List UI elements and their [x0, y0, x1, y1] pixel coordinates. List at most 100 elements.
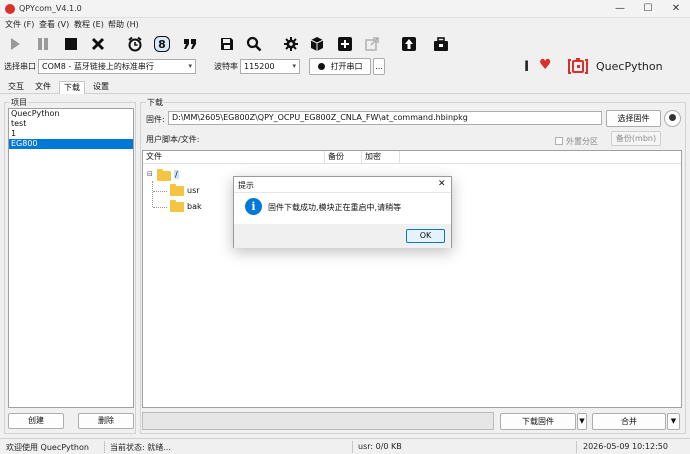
quote-icon[interactable]	[180, 34, 200, 54]
upload-icon[interactable]	[399, 34, 419, 54]
svg-text:8: 8	[158, 38, 166, 51]
status-bar: 欢迎使用 QuecPython 当前状态: 就绪... usr: 0/0 KB …	[0, 438, 690, 454]
tree-line	[153, 207, 167, 208]
save-icon[interactable]	[217, 34, 237, 54]
maximize-button[interactable]: ☐	[634, 0, 662, 18]
tab-download[interactable]: 下载	[59, 81, 85, 94]
user-scripts-label: 用户脚本/文件:	[146, 135, 200, 144]
settings-gear-icon[interactable]	[281, 34, 301, 54]
search-icon[interactable]	[244, 34, 264, 54]
dialog-title-bar: 提示 ✕	[234, 177, 451, 193]
column-spacer	[400, 151, 681, 164]
chevron-down-icon: ▼	[579, 417, 585, 425]
menu-view[interactable]: 查看 (V)	[39, 19, 69, 30]
baud-select-value: 115200	[244, 62, 275, 71]
tree-line	[152, 181, 153, 207]
port-select[interactable]: COM8 - 蓝牙链接上的标准串行 ▾	[38, 59, 196, 74]
baud-label: 波特率	[214, 62, 238, 71]
folder-icon	[170, 200, 184, 212]
status-current-state: 当前状态: 就绪...	[110, 443, 171, 452]
chevron-down-icon: ▼	[670, 417, 677, 425]
menu-bar: 文件 (F) 查看 (V) 教程 (E) 帮助 (H)	[0, 18, 690, 32]
download-firmware-button[interactable]: 下载固件	[500, 413, 576, 430]
status-separator	[352, 441, 353, 453]
list-item[interactable]: QuecPython	[9, 109, 133, 119]
column-encrypt[interactable]: 加密	[362, 151, 400, 164]
firmware-label: 固件:	[146, 115, 165, 124]
port-more-button[interactable]: ...	[373, 58, 385, 75]
title-bar: QPYcom_V4.1.0 — ☐ ✕	[0, 0, 690, 18]
tab-interact[interactable]: 交互	[4, 81, 28, 94]
firmware-path-field[interactable]: D:\MM\2605\EG800Z\QPY_OCPU_EG800Z_CNLA_F…	[168, 111, 602, 125]
merge-button[interactable]: 合并	[592, 413, 666, 430]
alarm-icon[interactable]	[125, 34, 145, 54]
bulb-icon[interactable]	[664, 110, 681, 127]
chevron-down-icon: ▾	[188, 62, 192, 70]
minimize-button[interactable]: —	[606, 0, 634, 18]
list-item[interactable]: 1	[9, 129, 133, 139]
tree-item-bak[interactable]: bak	[187, 202, 202, 211]
status-welcome: 欢迎使用 QuecPython	[6, 443, 89, 452]
projects-caption: 项目	[10, 97, 28, 108]
dialog-ok-button[interactable]: OK	[406, 229, 445, 243]
delete-project-button[interactable]: 删除	[78, 413, 134, 429]
heart-icon[interactable]: ♥	[539, 57, 552, 73]
status-separator	[576, 441, 577, 453]
clear-icon[interactable]	[88, 34, 108, 54]
menu-file[interactable]: 文件 (F)	[5, 19, 34, 30]
dialog-close-icon[interactable]: ✕	[438, 179, 446, 189]
toolbar: 8	[0, 32, 690, 56]
list-item[interactable]: test	[9, 119, 133, 129]
quecpython-logo-icon	[567, 58, 589, 75]
list-item[interactable]: EG800	[9, 139, 133, 149]
info-icon: i	[245, 198, 262, 215]
toolbox-icon[interactable]	[431, 34, 451, 54]
serial-port-row: 选择串口 COM8 - 蓝牙链接上的标准串行 ▾ 波特率 115200 ▾ 打开…	[0, 56, 690, 78]
status-datetime: 2026-05-09 10:12:50	[583, 442, 668, 451]
open-port-label: 打开串口	[330, 62, 363, 71]
open-port-button[interactable]: 打开串口	[309, 58, 371, 75]
tab-settings[interactable]: 设置	[89, 81, 113, 94]
baud-select[interactable]: 115200 ▾	[240, 59, 300, 74]
play-icon[interactable]	[5, 34, 25, 54]
create-project-button[interactable]: 创建	[8, 413, 64, 429]
status-separator	[104, 441, 105, 453]
dialog-title: 提示	[238, 181, 254, 190]
download-dropdown-button[interactable]: ▼	[577, 413, 587, 430]
close-window-button[interactable]: ✕	[662, 0, 690, 18]
pause-icon[interactable]	[33, 34, 53, 54]
brand-name: QuecPython	[596, 60, 663, 73]
port-status-dot	[317, 63, 325, 70]
external-partition-label: 外置分区	[566, 137, 598, 146]
column-backup[interactable]: 备份	[325, 151, 362, 164]
chevron-down-icon: ▾	[292, 62, 296, 70]
menu-help[interactable]: 帮助 (H)	[108, 19, 139, 30]
app-icon	[5, 4, 15, 14]
column-file[interactable]: 文件	[143, 151, 325, 164]
download-progress-bar	[142, 412, 494, 430]
merge-dropdown-button[interactable]: ▼	[667, 413, 680, 430]
collapse-icon[interactable]: ⊟	[147, 170, 153, 178]
external-partition-checkbox[interactable]	[555, 137, 563, 145]
tree-item-usr[interactable]: usr	[187, 186, 200, 195]
download-caption: 下载	[146, 97, 164, 108]
menu-tutorial[interactable]: 教程 (E)	[74, 19, 104, 30]
tree-line	[153, 191, 167, 192]
digit-8-icon[interactable]: 8	[152, 34, 172, 54]
project-list[interactable]: QuecPython test 1 EG800	[8, 108, 134, 408]
export-icon[interactable]	[362, 34, 382, 54]
status-usr-usage: usr: 0/0 KB	[358, 442, 402, 451]
add-plus-icon[interactable]	[335, 34, 355, 54]
port-select-value: COM8 - 蓝牙链接上的标准串行	[42, 62, 154, 71]
port-label: 选择串口	[4, 62, 36, 71]
tab-files[interactable]: 文件	[31, 81, 55, 94]
select-firmware-button[interactable]: 选择固件	[606, 110, 661, 127]
tree-root-label[interactable]: /	[174, 170, 179, 179]
text-cursor-icon: I	[524, 59, 530, 75]
main-tabs: 交互 文件 下载 设置	[0, 80, 690, 94]
stop-icon[interactable]	[61, 34, 81, 54]
folder-icon	[157, 169, 171, 181]
backup-mbn-button[interactable]: 备份(mbn)	[611, 131, 661, 146]
dialog-message: 固件下载成功,模块正在重启中,请稍等	[268, 203, 402, 212]
package-cube-icon[interactable]	[307, 34, 327, 54]
